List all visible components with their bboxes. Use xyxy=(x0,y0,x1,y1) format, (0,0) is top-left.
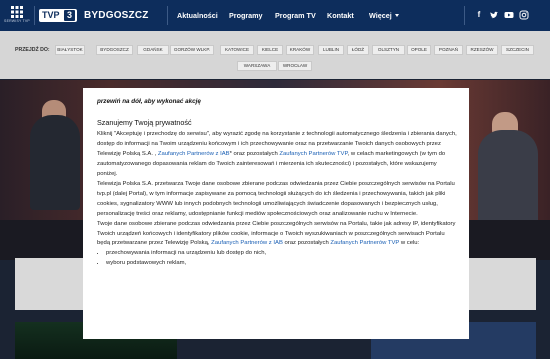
facebook-icon[interactable]: f xyxy=(474,10,484,20)
consent-text: oraz pozostałych xyxy=(282,240,331,247)
nav-kontakt[interactable]: Kontakt xyxy=(327,11,354,20)
top-navigation-bar: SERWISY TVP TVP 3 BYDGOSZCZ Aktualności … xyxy=(0,0,550,31)
privacy-consent-modal: przewiń na dół, aby wykonać akcję Szanuj… xyxy=(83,88,469,339)
consent-text: w celu: xyxy=(399,240,420,247)
nav-wiecej-label: Więcej xyxy=(369,11,392,20)
city-link-gdansk[interactable]: GDAŃSK xyxy=(137,45,169,55)
modal-body: Kliknij "Akceptuję i przechodzę do serwi… xyxy=(97,130,457,269)
services-label: SERWISY TVP xyxy=(4,19,30,23)
city-link-opole[interactable]: OPOLE xyxy=(407,45,431,55)
iab-partners-link[interactable]: Zaufanych Partnerów z IAB xyxy=(158,151,230,157)
city-link-wroclaw[interactable]: WROCŁAW xyxy=(278,61,312,71)
tvp-partners-link[interactable]: Zaufanych Partnerów TVP xyxy=(279,151,347,157)
content-card[interactable] xyxy=(15,258,83,310)
city-link-gorzow[interactable]: GORZÓW WLKP. xyxy=(170,45,214,55)
divider xyxy=(167,6,168,25)
nav-programy[interactable]: Programy xyxy=(229,11,263,20)
city-link-lublin[interactable]: LUBLIN xyxy=(318,45,344,55)
city-link-warszawa[interactable]: WARSZAWA xyxy=(237,61,277,71)
city-link-bydgoszcz[interactable]: BYDGOSZCZ xyxy=(96,45,133,55)
list-item: wyboru podstawowych reklam, xyxy=(106,259,457,269)
consent-paragraph: Kliknij "Akceptuję i przechodzę do serwi… xyxy=(97,130,457,180)
data-processing-paragraph: Telewizja Polska S.A. przetwarza Twoje d… xyxy=(97,180,455,217)
city-title[interactable]: BYDGOSZCZ xyxy=(84,10,149,21)
consent-text: * oraz pozostałych xyxy=(229,150,280,157)
city-link-rzeszow[interactable]: RZESZÓW xyxy=(466,45,498,55)
nav-wiecej[interactable]: Więcej xyxy=(369,11,399,20)
city-link-poznan[interactable]: POZNAŃ xyxy=(434,45,463,55)
instagram-icon[interactable] xyxy=(519,10,529,20)
youtube-icon[interactable] xyxy=(504,10,514,20)
iab-partners-link[interactable]: Zaufanych Partnerów z IAB xyxy=(211,240,283,246)
city-link-krakow[interactable]: KRAKÓW xyxy=(286,45,314,55)
city-link-lodz[interactable]: ŁÓDŹ xyxy=(347,45,369,55)
purpose-list: przechowywania informacji na urządzeniu … xyxy=(106,249,457,269)
city-link-bialystok[interactable]: BIAŁYSTOK xyxy=(55,45,85,55)
go-to-label: PRZEJDŹ DO: xyxy=(15,47,50,53)
city-link-olsztyn[interactable]: OLSZTYN xyxy=(372,45,405,55)
scroll-hint: przewiń na dół, aby wykonać akcję xyxy=(97,98,201,105)
guest-image xyxy=(478,130,538,230)
tvp-partners-link[interactable]: Zaufanych Partnerów TVP xyxy=(330,240,399,246)
nav-program-tv[interactable]: Program TV xyxy=(275,11,316,20)
regional-cities-bar: PRZEJDŹ DO: xyxy=(0,31,550,79)
grid-icon xyxy=(11,6,23,18)
divider xyxy=(464,6,465,25)
services-menu-button[interactable]: SERWISY TVP xyxy=(3,4,31,28)
city-link-kielce[interactable]: KIELCE xyxy=(257,45,283,55)
logo-text: TVP xyxy=(42,10,60,20)
content-card[interactable] xyxy=(468,258,536,310)
personal-data-paragraph: Twoje dane osobowe zbierane podczas odwi… xyxy=(97,220,457,250)
logo-number: 3 xyxy=(64,10,75,21)
presenter-image xyxy=(30,115,80,210)
chevron-down-icon xyxy=(394,14,399,17)
city-link-szczecin[interactable]: SZCZECIN xyxy=(501,45,534,55)
city-link-katowice[interactable]: KATOWICE xyxy=(220,45,254,55)
divider xyxy=(34,6,35,25)
twitter-icon[interactable] xyxy=(489,10,499,20)
nav-aktualnosci[interactable]: Aktualności xyxy=(177,11,218,20)
modal-title: Szanujemy Twoją prywatność xyxy=(97,118,192,127)
list-item: przechowywania informacji na urządzeniu … xyxy=(106,249,457,259)
tvp3-logo[interactable]: TVP 3 xyxy=(39,9,77,22)
